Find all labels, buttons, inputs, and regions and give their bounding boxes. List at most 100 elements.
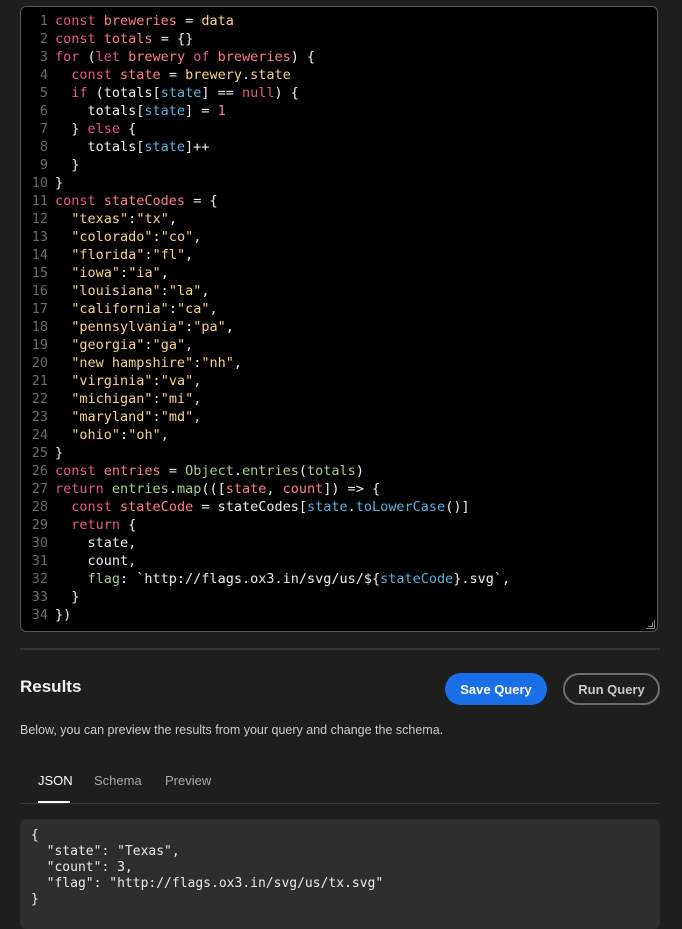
json-preview-text: { "state": "Texas", "count": 3, "flag": … [31,828,384,907]
code-token: . [233,463,242,479]
code-token: "virginia" [71,373,153,389]
code-token: : [168,301,177,317]
code-token: ] = [185,103,218,119]
code-line: 34}) [21,606,510,624]
tab-preview[interactable]: Preview [165,773,211,788]
code-token: "michigan" [71,391,153,407]
code-token: } [55,157,80,173]
code-token: "tx" [136,211,169,227]
run-query-button[interactable]: Run Query [563,673,660,705]
code-token: if [71,85,88,101]
code-token: , [168,211,177,227]
line-number: 18 [31,319,48,335]
code-text: const stateCode = stateCodes[state.toLow… [55,498,470,516]
code-editor[interactable]: 1 const breweries = data 2 const totals = {… [20,6,658,632]
code-text: } else { [55,120,136,138]
code-token: stateCodes [103,193,186,209]
code-token: Object [185,463,234,479]
code-token: return [55,481,112,497]
code-token: state [120,67,161,83]
code-token: "co" [160,229,194,245]
tab-schema[interactable]: Schema [94,773,142,788]
code-token: } [55,121,88,137]
code-token: "new hampshire" [71,355,194,371]
code-token: state [250,67,291,83]
line-number: 29 [31,517,48,533]
code-token: of [185,49,218,65]
code-token: count, [55,553,137,569]
code-text: flag: `http://flags.ox3.in/svg/us/${stat… [55,570,511,588]
code-token: const [55,193,104,209]
line-number: 2 [39,31,48,47]
code-token: const [71,499,121,515]
code-token: : [152,229,161,245]
code-token: state [144,139,186,155]
code-token: : [144,337,153,353]
save-query-button[interactable]: Save Query [445,673,547,705]
code-token: }.svg`, [453,571,511,587]
code-token: ) [355,463,364,479]
code-token: state [144,103,186,119]
code-text: "new hampshire":"nh", [55,354,242,372]
code-token: ]++ [185,139,210,155]
code-token: , [193,391,202,407]
code-token: "mi" [160,391,194,407]
code-token: "georgia" [71,337,145,353]
code-token: ()] [445,499,470,515]
code-token: = stateCodes[ [193,499,307,515]
code-token: : [120,427,129,443]
code-token: entries [103,463,161,479]
code-token: : [152,409,161,425]
line-number: 28 [31,499,48,515]
code-line: 11 const stateCodes = { [21,192,510,210]
code-token: "fl" [152,247,186,263]
line-number: 8 [39,139,48,155]
line-number: 1 [39,13,48,29]
code-token: state [225,481,267,497]
code-line: 27 return entries.map(([state, count]) =>… [21,480,510,498]
code-text: } [55,588,79,606]
tab-json[interactable]: JSON [38,773,73,788]
code-line: 5 if (totals[state] == null) { [21,84,510,102]
code-text: } [55,156,79,174]
code-token: brewery [185,67,242,83]
code-text: "georgia":"ga", [55,336,193,354]
line-number: 9 [39,157,48,173]
line-number: 24 [31,427,48,443]
code-token: "texas" [71,211,129,227]
code-token: breweries [217,49,291,65]
code-text: const entries = Object.entries(totals) [55,462,364,480]
code-token: let [95,49,129,65]
code-token: breweries [103,13,177,29]
code-token: totals[ [55,103,145,119]
code-token: "va" [160,373,194,389]
code-text: "iowa":"ia", [55,264,169,282]
code-token: . [168,481,177,497]
code-text: "louisiana":"la", [55,282,209,300]
code-line: 29 return { [21,516,510,534]
code-text: "ohio":"oh", [55,426,169,444]
results-tabs: JSON Schema Preview [20,765,660,804]
code-token: }) [55,607,72,623]
code-text: "california":"ca", [55,300,217,318]
code-line: 10} [21,174,510,192]
resize-handle-icon[interactable] [646,620,655,629]
code-token: "pa" [193,319,226,335]
results-description: Below, you can preview the results from … [20,723,444,737]
line-number: 14 [31,247,48,263]
code-token: "florida" [71,247,145,263]
line-number: 22 [31,391,48,407]
code-token: data [201,13,234,29]
code-token: "colorado" [71,229,153,245]
code-text: return { [55,516,136,534]
code-text: "texas":"tx", [55,210,177,228]
line-number: 30 [31,535,48,551]
code-token: map [176,481,202,497]
